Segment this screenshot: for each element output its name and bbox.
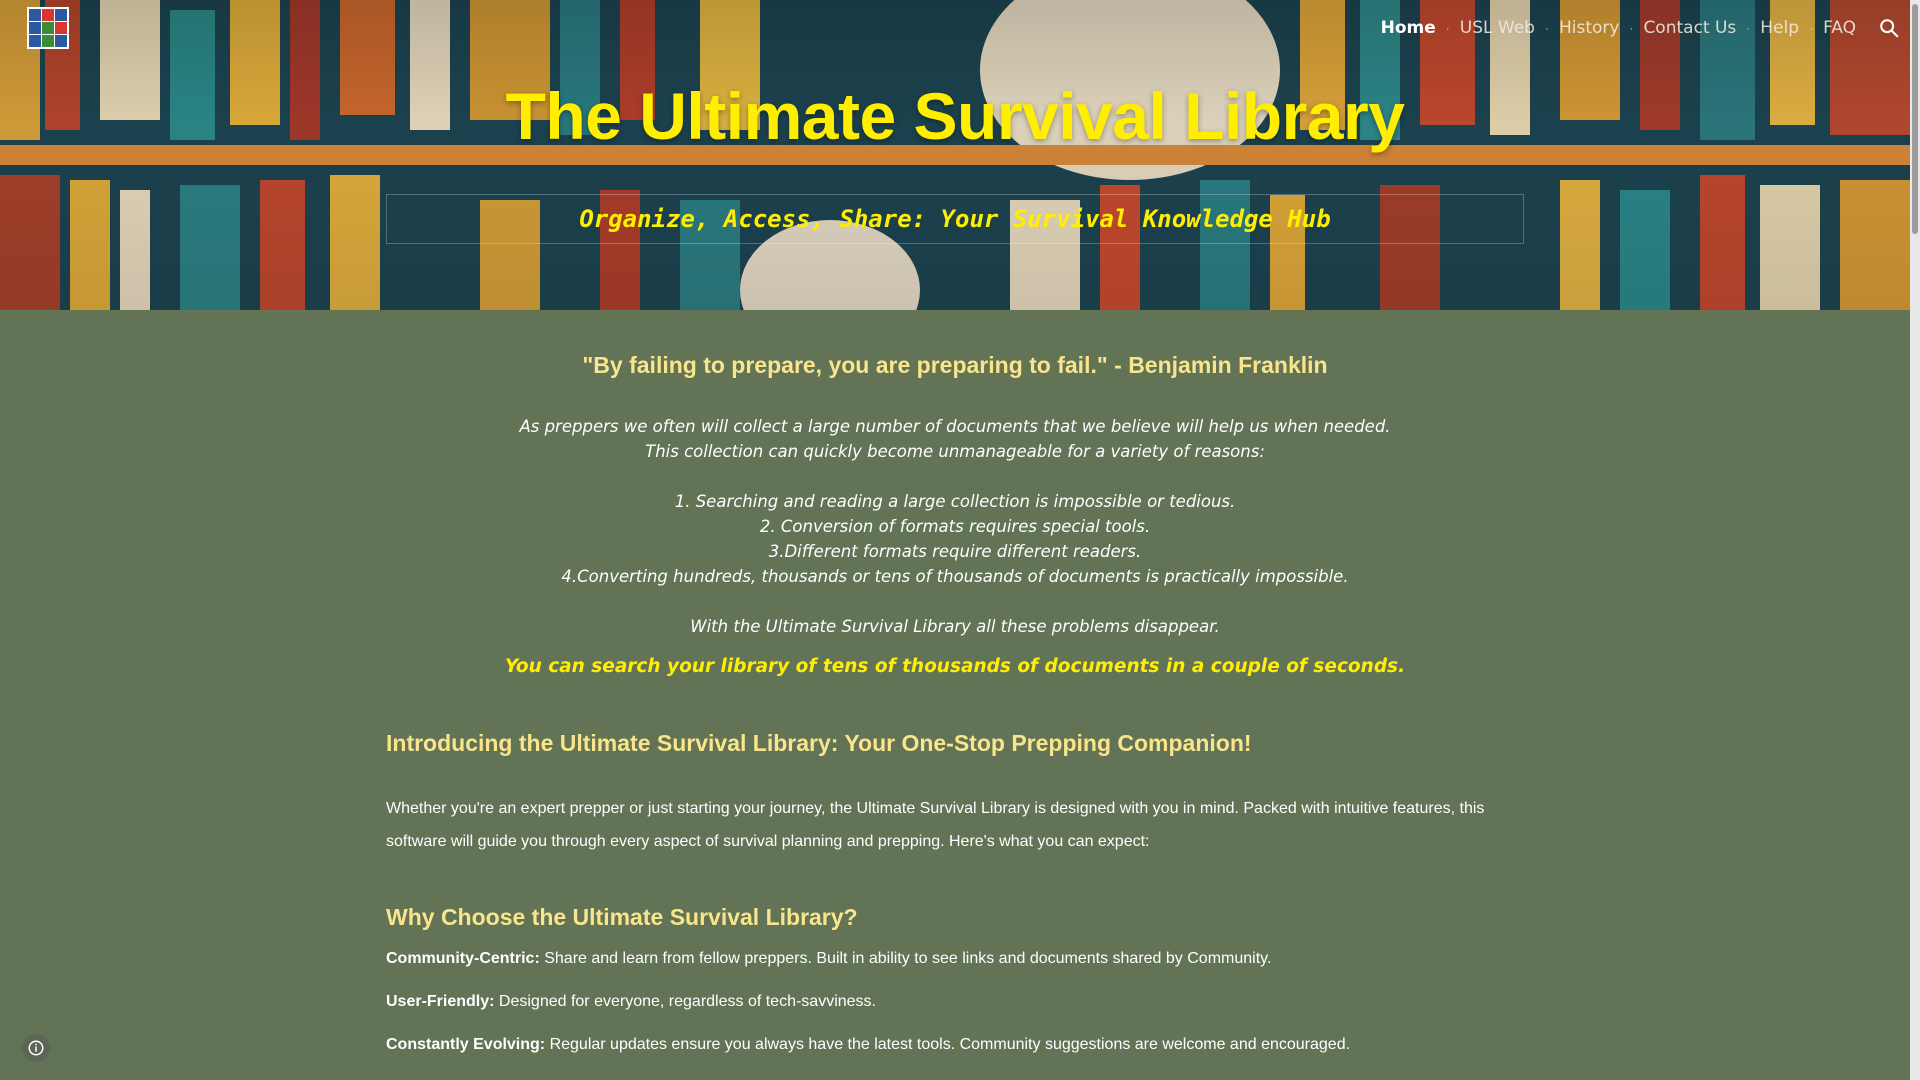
intro-list-item: 3.Different formats require different re… xyxy=(768,542,1142,561)
highlight-text: You can search your library of tens of t… xyxy=(504,656,1406,677)
feature-label: Community-Centric: xyxy=(386,950,540,967)
intro-line: With the Ultimate Survival Library all t… xyxy=(690,617,1220,636)
top-navigation: Home · USL Web · History · Contact Us · … xyxy=(1381,0,1920,56)
hero-banner: Home · USL Web · History · Contact Us · … xyxy=(0,0,1920,310)
intro-list-item: 2. Conversion of formats requires specia… xyxy=(759,517,1151,536)
nav-help[interactable]: Help xyxy=(1760,18,1799,38)
feature-text: Designed for everyone, regardless of tec… xyxy=(494,993,876,1010)
scrollbar-thumb[interactable] xyxy=(1912,4,1918,234)
nav-home[interactable]: Home xyxy=(1381,18,1436,38)
nav-separator: · xyxy=(1629,21,1634,35)
page-scrollbar[interactable] xyxy=(1910,0,1920,1080)
section-title-introducing: Introducing the Ultimate Survival Librar… xyxy=(386,730,1252,756)
nav-separator: · xyxy=(1544,21,1549,35)
nav-faq[interactable]: FAQ xyxy=(1823,18,1856,38)
feature-text: Regular updates ensure you always have t… xyxy=(545,1036,1351,1053)
intro-line: As preppers we often will collect a larg… xyxy=(519,417,1391,436)
intro-list-item: 1. Searching and reading a large collect… xyxy=(674,492,1236,511)
quote-heading: "By failing to prepare, you are preparin… xyxy=(582,352,1328,378)
site-logo[interactable] xyxy=(27,7,69,49)
intro-text: As preppers we often will collect a larg… xyxy=(0,414,1910,639)
feature-label: Constantly Evolving: xyxy=(386,1036,546,1053)
intro-line: This collection can quickly become unman… xyxy=(645,442,1265,461)
nav-history[interactable]: History xyxy=(1559,18,1619,38)
section-paragraph: Whether you're an expert prepper or just… xyxy=(386,800,1485,850)
intro-list-item: 4.Converting hundreds, thousands or tens… xyxy=(561,567,1349,586)
info-icon[interactable] xyxy=(22,1034,50,1062)
feature-label: User-Friendly: xyxy=(386,993,495,1010)
feature-text: Share and learn from fellow preppers. Bu… xyxy=(539,950,1272,967)
site-title: The Ultimate Survival Library xyxy=(505,79,1405,153)
section-title-why-choose: Why Choose the Ultimate Survival Library… xyxy=(386,904,858,930)
nav-separator: · xyxy=(1445,21,1450,35)
nav-separator: · xyxy=(1809,21,1814,35)
nav-separator: · xyxy=(1746,21,1751,35)
nav-contact-us[interactable]: Contact Us xyxy=(1643,18,1736,38)
tagline: Organize, Access, Share: Your Survival K… xyxy=(579,205,1331,233)
feature-constantly-evolving: Constantly Evolving: Regular updates ens… xyxy=(386,1036,1536,1054)
main-content: "By failing to prepare, you are preparin… xyxy=(0,310,1920,1080)
feature-user-friendly: User-Friendly: Designed for everyone, re… xyxy=(386,993,1536,1011)
nav-usl-web[interactable]: USL Web xyxy=(1460,18,1535,38)
tagline-box: Organize, Access, Share: Your Survival K… xyxy=(386,194,1524,244)
search-icon[interactable] xyxy=(1878,17,1900,39)
feature-community-centric: Community-Centric: Share and learn from … xyxy=(386,950,1536,968)
